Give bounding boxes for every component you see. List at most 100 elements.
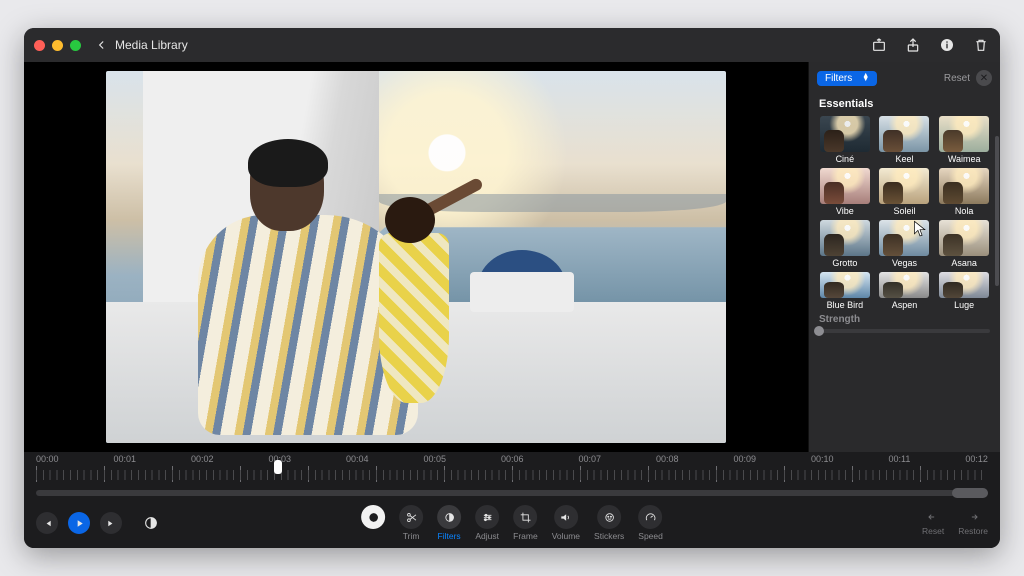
filter-thumb — [879, 116, 929, 152]
timeline: 00:0000:0100:0200:0300:0400:0500:0600:07… — [24, 452, 1000, 498]
tool-label: Stickers — [594, 531, 624, 541]
filter-label: Blue Bird — [827, 300, 864, 310]
filter-thumb — [879, 168, 929, 204]
playback-controls — [36, 512, 162, 534]
filter-thumb — [939, 168, 989, 204]
filter-luge[interactable]: Luge — [936, 272, 992, 310]
filter-asana[interactable]: Asana — [936, 220, 992, 268]
strength-slider[interactable] — [819, 329, 990, 333]
back-label: Media Library — [115, 38, 188, 52]
time-mark: 00:10 — [811, 454, 834, 464]
exposure-toggle-icon[interactable] — [140, 512, 162, 534]
time-mark: 00:02 — [191, 454, 214, 464]
history-tools: Reset Restore — [922, 510, 988, 536]
time-mark: 00:11 — [889, 454, 911, 464]
filter-waimea[interactable]: Waimea — [936, 116, 992, 164]
time-mark: 00:04 — [346, 454, 369, 464]
tool-label: Volume — [552, 531, 580, 541]
filter-thumb — [820, 272, 870, 298]
time-marks: 00:0000:0100:0200:0300:0400:0500:0600:07… — [24, 452, 1000, 464]
inspector-menu[interactable]: Filters ▲▼ — [817, 71, 877, 86]
scissors-icon — [399, 505, 423, 529]
filters-section-title: Essentials — [809, 92, 1000, 112]
filter-vegas[interactable]: Vegas — [877, 220, 933, 268]
timeline-scrollbar[interactable] — [36, 490, 988, 496]
preview-frame — [106, 71, 726, 443]
tool-exposure[interactable] — [361, 505, 385, 529]
scrollbar[interactable] — [995, 136, 999, 286]
tool-stickers[interactable]: Stickers — [594, 505, 624, 541]
filter-soleil[interactable]: Soleil — [877, 168, 933, 216]
filter-nola[interactable]: Nola — [936, 168, 992, 216]
redo-icon — [966, 510, 980, 524]
exposure-icon — [361, 505, 385, 529]
timeline-ruler[interactable] — [36, 464, 988, 486]
filter-vibe[interactable]: Vibe — [817, 168, 873, 216]
filter-blue-bird[interactable]: Blue Bird — [817, 272, 873, 310]
strength-control: Strength — [809, 310, 1000, 339]
chevron-updown-icon: ▲▼ — [862, 74, 869, 82]
add-media-icon[interactable] — [870, 36, 888, 54]
filter-thumb — [939, 272, 989, 298]
speaker-icon — [554, 505, 578, 529]
playhead[interactable] — [274, 460, 282, 474]
trash-icon[interactable] — [972, 36, 990, 54]
time-mark: 00:01 — [114, 454, 137, 464]
info-icon[interactable] — [938, 36, 956, 54]
tool-frame[interactable]: Frame — [513, 505, 538, 541]
window-zoom[interactable] — [70, 40, 81, 51]
filters-grid: Ciné Keel Waimea Vibe Soleil Nola Grotto Vegas A… — [809, 112, 1000, 310]
tool-label: Speed — [638, 531, 663, 541]
tool-label: Reset — [922, 526, 944, 536]
time-mark: 00:06 — [501, 454, 524, 464]
time-mark: 00:12 — [965, 454, 988, 464]
filter-label: Vegas — [892, 258, 917, 268]
time-mark: 00:05 — [424, 454, 447, 464]
titlebar: Media Library — [24, 28, 1000, 62]
filter-thumb — [820, 220, 870, 256]
share-icon[interactable] — [904, 36, 922, 54]
tool-volume[interactable]: Volume — [552, 505, 580, 541]
filter-label: Soleil — [893, 206, 915, 216]
crop-icon — [513, 505, 537, 529]
play-button[interactable] — [68, 512, 90, 534]
filter-label: Waimea — [948, 154, 981, 164]
tool-label: Filters — [438, 531, 461, 541]
filter-thumb — [879, 272, 929, 298]
filter-grotto[interactable]: Grotto — [817, 220, 873, 268]
window-close[interactable] — [34, 40, 45, 51]
filter-label: Ciné — [836, 154, 855, 164]
inspector-panel: Filters ▲▼ Reset ✕ Essentials Ciné Keel Wa… — [808, 62, 1000, 452]
filter-thumb — [820, 168, 870, 204]
filter-aspen[interactable]: Aspen — [877, 272, 933, 310]
app-window: Media Library — [24, 28, 1000, 548]
window-controls — [34, 40, 81, 51]
tool-filters[interactable]: Filters — [437, 505, 461, 541]
back-to-library[interactable]: Media Library — [95, 38, 188, 52]
skip-forward-button[interactable] — [100, 512, 122, 534]
time-mark: 00:08 — [656, 454, 679, 464]
restore-button[interactable]: Restore — [958, 510, 988, 536]
filter-label: Grotto — [832, 258, 857, 268]
reset-button[interactable]: Reset — [922, 510, 944, 536]
skip-back-button[interactable] — [36, 512, 58, 534]
filter-thumb — [939, 220, 989, 256]
sticker-icon — [597, 505, 621, 529]
titlebar-actions — [870, 36, 990, 54]
filter-thumb — [939, 116, 989, 152]
video-preview[interactable] — [24, 62, 808, 452]
filter-label: Asana — [951, 258, 977, 268]
filter-keel[interactable]: Keel — [877, 116, 933, 164]
inspector-close-icon[interactable]: ✕ — [976, 70, 992, 86]
filter-ciné[interactable]: Ciné — [817, 116, 873, 164]
filter-label: Aspen — [892, 300, 918, 310]
window-minimize[interactable] — [52, 40, 63, 51]
time-mark: 00:09 — [734, 454, 757, 464]
sliders-icon — [475, 505, 499, 529]
tool-speed[interactable]: Speed — [638, 505, 663, 541]
time-mark: 00:07 — [579, 454, 602, 464]
tool-adjust[interactable]: Adjust — [475, 505, 499, 541]
tool-label: Adjust — [475, 531, 499, 541]
tool-trim[interactable]: Trim — [399, 505, 423, 541]
inspector-reset[interactable]: Reset — [944, 73, 970, 84]
